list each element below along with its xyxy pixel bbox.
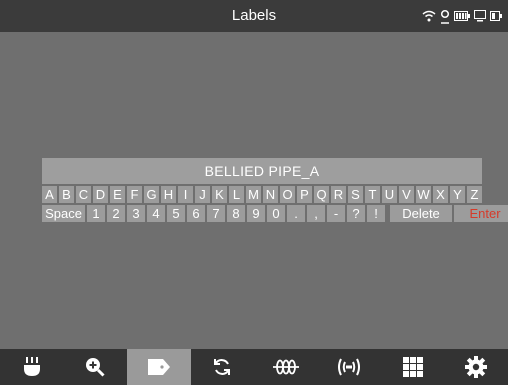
- key-c[interactable]: C: [76, 186, 91, 203]
- tab-rotate[interactable]: [191, 349, 255, 385]
- key-k[interactable]: K: [212, 186, 227, 203]
- tab-grid[interactable]: [381, 349, 445, 385]
- bottom-nav: [0, 349, 508, 385]
- label-editor: BELLIED PIPE_A ABCDEFGHIJKLMNOPQRSTUVWXY…: [42, 158, 508, 222]
- tab-settings[interactable]: [445, 349, 508, 385]
- location-pin-icon: [440, 9, 450, 24]
- key-6[interactable]: 6: [187, 205, 205, 222]
- wifi-icon: [422, 10, 436, 22]
- key-x[interactable]: X: [433, 186, 448, 203]
- battery-icon: [454, 11, 470, 21]
- key-d[interactable]: D: [93, 186, 108, 203]
- key-w[interactable]: W: [416, 186, 431, 203]
- key-8[interactable]: 8: [227, 205, 245, 222]
- key-v[interactable]: V: [399, 186, 414, 203]
- key-u[interactable]: U: [382, 186, 397, 203]
- tab-lamp[interactable]: [0, 349, 64, 385]
- key-r[interactable]: R: [331, 186, 346, 203]
- key-period[interactable]: .: [287, 205, 305, 222]
- key-t[interactable]: T: [365, 186, 380, 203]
- key-hyphen[interactable]: -: [327, 205, 345, 222]
- key-5[interactable]: 5: [167, 205, 185, 222]
- key-3[interactable]: 3: [127, 205, 145, 222]
- tab-zoom[interactable]: [64, 349, 128, 385]
- letter-keys-row: ABCDEFGHIJKLMNOPQRSTUVWXYZ: [42, 186, 482, 203]
- label-tag-icon: [147, 359, 170, 375]
- rotate-icon: [214, 359, 231, 375]
- key-2[interactable]: 2: [107, 205, 125, 222]
- key-m[interactable]: M: [246, 186, 261, 203]
- key-g[interactable]: G: [144, 186, 159, 203]
- settings-gear-icon: [465, 356, 488, 378]
- tab-labels[interactable]: [127, 349, 191, 385]
- key-f[interactable]: F: [127, 186, 142, 203]
- key-0[interactable]: 0: [267, 205, 285, 222]
- zoom-in-icon: [86, 358, 105, 377]
- tab-transmitter[interactable]: [318, 349, 382, 385]
- key-s[interactable]: S: [348, 186, 363, 203]
- key-question[interactable]: ?: [347, 205, 365, 222]
- lamp-icon: [23, 357, 40, 376]
- key-exclamation[interactable]: !: [367, 205, 385, 222]
- key-z[interactable]: Z: [467, 186, 482, 203]
- key-7[interactable]: 7: [207, 205, 225, 222]
- key-9[interactable]: 9: [247, 205, 265, 222]
- grid-icon: [402, 357, 423, 377]
- power-indicator-icon: [490, 11, 502, 21]
- title-bar: Labels: [0, 0, 508, 32]
- label-text-field[interactable]: BELLIED PIPE_A: [42, 158, 482, 184]
- key-n[interactable]: N: [263, 186, 278, 203]
- key-l[interactable]: L: [229, 186, 244, 203]
- key-y[interactable]: Y: [450, 186, 465, 203]
- key-i[interactable]: I: [178, 186, 193, 203]
- display-icon: [474, 10, 486, 22]
- delete-key[interactable]: Delete: [390, 205, 452, 222]
- tab-sonde[interactable]: [254, 349, 318, 385]
- key-1[interactable]: 1: [87, 205, 105, 222]
- key-comma[interactable]: ,: [307, 205, 325, 222]
- symbol-keys-row: Space 1 2 3 4 5 6 7 8 9 0., -?! Delete Enter: [42, 205, 508, 222]
- key-j[interactable]: J: [195, 186, 210, 203]
- key-h[interactable]: H: [161, 186, 176, 203]
- key-o[interactable]: O: [280, 186, 295, 203]
- key-a[interactable]: A: [42, 186, 57, 203]
- key-b[interactable]: B: [59, 186, 74, 203]
- key-4[interactable]: 4: [147, 205, 165, 222]
- sonde-icon: [272, 359, 299, 375]
- transmitter-icon: [338, 358, 361, 376]
- space-key[interactable]: Space: [42, 205, 85, 222]
- key-e[interactable]: E: [110, 186, 125, 203]
- key-q[interactable]: Q: [314, 186, 329, 203]
- key-p[interactable]: P: [297, 186, 312, 203]
- status-icons: [422, 8, 502, 24]
- enter-key[interactable]: Enter: [454, 205, 508, 222]
